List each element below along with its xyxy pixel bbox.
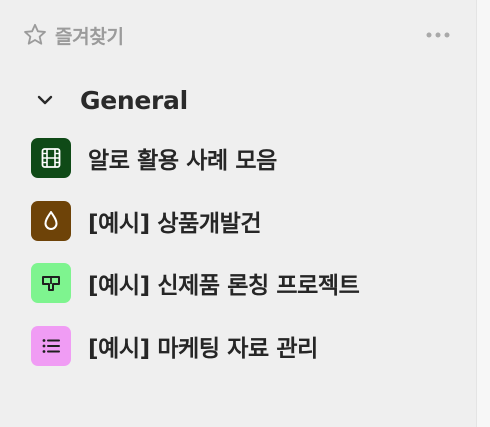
page-item-allo-use-cases[interactable]: 알로 활용 사례 모음 [31,138,277,178]
page-item-marketing[interactable]: [예시] 마케팅 자료 관리 [31,326,318,366]
chevron-down-icon[interactable] [34,89,56,111]
star-outline-icon [22,22,48,48]
favorites-title: 즐겨찾기 [55,25,124,48]
favorites-header[interactable]: 즐겨찾기 [22,20,452,50]
group-label: General [80,85,188,115]
page-item-launch-project[interactable]: [예시] 신제품 론칭 프로젝트 [31,263,360,303]
page-label: [예시] 신제품 론칭 프로젝트 [88,273,360,299]
page-label: [예시] 마케팅 자료 관리 [88,336,318,362]
signboard-icon [31,263,71,303]
page-label: [예시] 상품개발건 [88,211,262,237]
group-general[interactable]: General [34,82,188,118]
page-label: 알로 활용 사례 모음 [88,148,277,174]
sidebar: 즐겨찾기 General 알로 활용 사례 모음 [예시] 상품개발건 [예시]… [0,0,476,427]
page-item-product-dev[interactable]: [예시] 상품개발건 [31,201,262,241]
list-icon [31,326,71,366]
film-icon [31,138,71,178]
drop-icon [31,201,71,241]
sidebar-resize-handle[interactable] [476,0,490,427]
more-horizontal-icon[interactable] [424,23,452,47]
